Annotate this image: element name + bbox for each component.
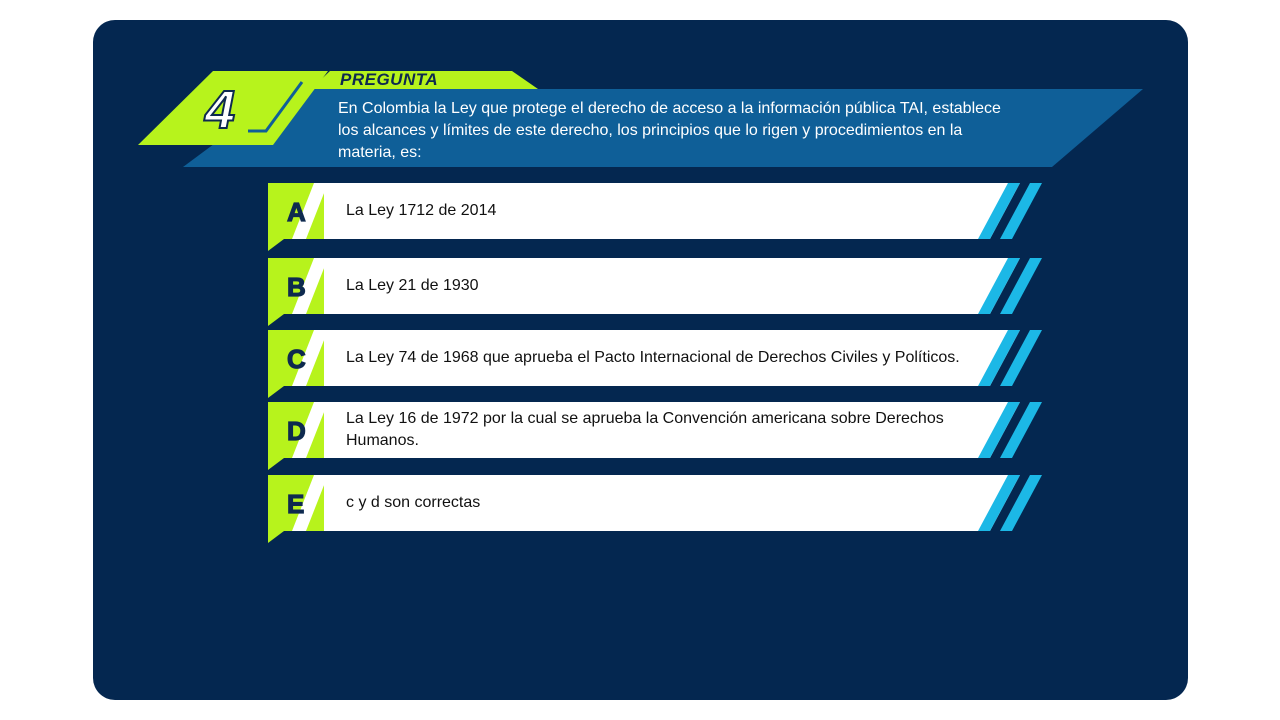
option-b-text: La Ley 21 de 1930 bbox=[346, 277, 479, 294]
option-e[interactable]: E c y d son correctas bbox=[268, 475, 1048, 543]
option-e-letter: E bbox=[287, 489, 304, 519]
option-d[interactable]: D La Ley 16 de 1972 por la cual se aprue… bbox=[268, 402, 1048, 470]
option-a-letter: A bbox=[287, 197, 306, 227]
option-c-text: La Ley 74 de 1968 que aprueba el Pacto I… bbox=[346, 349, 960, 366]
option-a-text: La Ley 1712 de 2014 bbox=[346, 202, 497, 219]
option-c-letter: C bbox=[287, 344, 306, 374]
question-label: PREGUNTA bbox=[340, 70, 439, 89]
option-b[interactable]: B La Ley 21 de 1930 bbox=[268, 258, 1048, 326]
option-c[interactable]: C La Ley 74 de 1968 que aprueba el Pacto… bbox=[268, 330, 1048, 398]
option-b-letter: B bbox=[287, 272, 306, 302]
option-a[interactable]: A La Ley 1712 de 2014 bbox=[268, 183, 1048, 251]
question-text: En Colombia la Ley que protege el derech… bbox=[338, 100, 1001, 161]
option-d-text: La Ley 16 de 1972 por la cual se aprueba… bbox=[346, 410, 944, 449]
option-e-text: c y d son correctas bbox=[346, 494, 481, 511]
option-d-letter: D bbox=[287, 416, 306, 446]
question-number: 4 bbox=[204, 80, 235, 140]
